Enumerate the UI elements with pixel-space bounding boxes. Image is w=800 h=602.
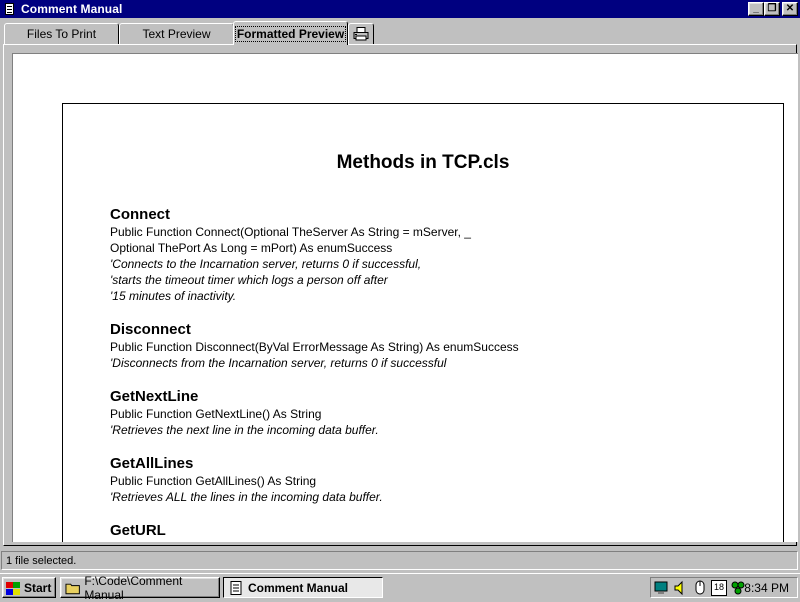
close-icon: ✕	[785, 3, 795, 14]
page-title: Methods in TCP.cls	[336, 152, 510, 173]
printer-icon	[353, 27, 369, 41]
clock[interactable]: 8:34 PM	[744, 581, 789, 595]
start-label: Start	[24, 580, 52, 595]
method-entry-connect: Connect Public Function Connect(Optional…	[110, 206, 471, 304]
method-comment: 'Retrieves the next line in the incoming…	[110, 423, 379, 437]
taskbar-item-comment-manual[interactable]: Comment Manual	[223, 577, 383, 598]
start-button[interactable]: Start	[2, 577, 56, 598]
calendar-day: 18	[713, 581, 724, 592]
method-name: GetAllLines	[110, 455, 194, 472]
method-signature: Public Function GetAllLines() As String	[110, 474, 317, 488]
method-comment: 'Disconnects from the Incarnation server…	[110, 356, 447, 370]
formatted-preview-area[interactable]: Methods in TCP.cls Connect Public Functi…	[12, 53, 798, 542]
minimize-icon: _	[753, 3, 759, 14]
document-icon	[230, 580, 242, 595]
method-comment: '15 minutes of inactivity.	[110, 289, 237, 303]
mouse-icon[interactable]	[692, 580, 708, 596]
restore-icon: ❐	[767, 3, 777, 14]
tab-files-to-print[interactable]: Files To Print	[4, 23, 119, 44]
tab-label: Formatted Preview	[234, 25, 347, 42]
title-bar[interactable]: Comment Manual _ ❐ ✕	[0, 0, 800, 18]
method-entry-getnextline: GetNextLine Public Function GetNextLine(…	[110, 388, 379, 438]
status-text: 1 file selected.	[1, 551, 798, 570]
method-name: Connect	[110, 206, 170, 223]
minimize-button[interactable]: _	[748, 2, 764, 16]
tab-label: Files To Print	[26, 27, 97, 41]
taskbar-item-explorer[interactable]: F:\Code\Comment Manual	[60, 574, 220, 602]
method-signature: Public Function Connect(Optional TheServ…	[110, 225, 471, 239]
folder-icon	[65, 583, 80, 594]
windows-logo-icon	[5, 581, 21, 595]
tab-text-preview[interactable]: Text Preview	[119, 23, 234, 44]
preview-panel: Methods in TCP.cls Connect Public Functi…	[3, 44, 798, 546]
taskbar-item-label: Comment Manual	[248, 580, 349, 595]
system-tray: 18 8:34 PM	[650, 577, 798, 598]
method-comment: 'Retrieves ALL the lines in the incoming…	[110, 490, 383, 504]
monitor-icon[interactable]	[654, 580, 670, 596]
method-name: Disconnect	[110, 321, 191, 338]
method-signature: Public Function GetNextLine() As String	[110, 407, 322, 421]
method-name: GetNextLine	[110, 388, 199, 405]
calendar-icon[interactable]: 18	[711, 579, 727, 596]
method-signature: Public Function Disconnect(ByVal ErrorMe…	[110, 340, 519, 354]
app-icon	[3, 2, 17, 16]
restore-button[interactable]: ❐	[764, 2, 780, 16]
print-button[interactable]	[348, 23, 374, 44]
taskbar-item-label: F:\Code\Comment Manual	[84, 573, 183, 602]
method-name: GetURL	[110, 522, 166, 539]
window-title: Comment Manual	[21, 2, 123, 16]
speaker-icon[interactable]	[673, 580, 689, 596]
method-comment: 'starts the timeout timer which logs a p…	[110, 273, 388, 287]
document-page: Methods in TCP.cls Connect Public Functi…	[62, 103, 784, 542]
tab-formatted-preview[interactable]: Formatted Preview	[233, 21, 348, 45]
method-comment: 'Connects to the Incarnation server, ret…	[110, 257, 422, 271]
status-bar: 1 file selected.	[0, 550, 800, 572]
close-button[interactable]: ✕	[782, 2, 798, 16]
tab-strip: Files To Print Text Preview Formatted Pr…	[0, 19, 800, 45]
method-entry-disconnect: Disconnect Public Function Disconnect(By…	[110, 321, 519, 371]
method-entry-getalllines: GetAllLines Public Function GetAllLines(…	[110, 455, 383, 505]
tab-label: Text Preview	[142, 27, 211, 41]
method-entry-geturl: GetURL	[110, 522, 166, 540]
taskbar: Start F:\Code\Comment Manual Comment Man…	[0, 573, 800, 602]
method-signature: Optional ThePort As Long = mPort) As enu…	[110, 241, 393, 255]
